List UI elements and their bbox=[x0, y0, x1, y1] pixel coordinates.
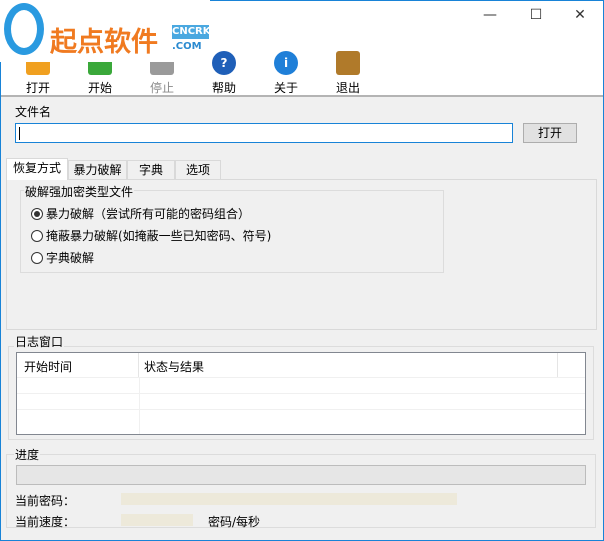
radio-circle bbox=[31, 251, 43, 264]
toolbar-label: 开始 bbox=[87, 81, 112, 95]
tab-dictionary[interactable]: 字典 bbox=[127, 160, 175, 180]
tab-recovery-mode[interactable]: 恢复方式 bbox=[6, 158, 68, 180]
tab-options[interactable]: 选项 bbox=[175, 160, 221, 180]
logo-text: 起点软件 bbox=[50, 27, 158, 58]
logo-watermark: 起点软件 CNCRK .COM bbox=[0, 0, 211, 62]
maximize-button[interactable]: ☐ bbox=[513, 1, 559, 29]
radio-mask-brute-force[interactable]: 掩蔽暴力破解(如掩蔽一些已知密码、符号) bbox=[31, 227, 271, 244]
log-label: 日志窗口 bbox=[14, 333, 65, 350]
logo-badge-domain: .COM bbox=[172, 41, 202, 52]
row-divider bbox=[17, 377, 585, 378]
current-password-label: 当前密码： bbox=[15, 494, 76, 508]
progress-label: 进度 bbox=[14, 446, 41, 463]
radio-label: 掩蔽暴力破解(如掩蔽一些已知密码、符号) bbox=[46, 229, 272, 243]
toolbar-label: 打开 bbox=[25, 81, 50, 95]
filename-label: 文件名 bbox=[14, 103, 53, 120]
recovery-group-label: 破解强加密类型文件 bbox=[24, 183, 135, 200]
column-header-status[interactable]: 状态与结果 bbox=[139, 353, 558, 377]
logo-icon bbox=[4, 3, 44, 55]
radio-label: 字典破解 bbox=[46, 251, 95, 265]
radio-dictionary[interactable]: 字典破解 bbox=[31, 249, 94, 266]
radio-circle bbox=[31, 207, 43, 220]
current-speed-label: 当前速度： bbox=[15, 515, 76, 529]
toolbar-label: 关于 bbox=[273, 81, 298, 95]
row-divider bbox=[17, 393, 585, 394]
radio-label: 暴力破解（尝试所有可能的密码组合） bbox=[46, 207, 251, 221]
tab-brute-force[interactable]: 暴力破解 bbox=[68, 160, 127, 180]
column-header-start-time[interactable]: 开始时间 bbox=[17, 353, 139, 377]
log-listview[interactable]: 开始时间 状态与结果 bbox=[16, 352, 586, 435]
minimize-button[interactable]: — bbox=[467, 1, 513, 29]
close-button[interactable]: ✕ bbox=[557, 1, 603, 29]
radio-circle bbox=[31, 229, 43, 242]
info-icon: i bbox=[274, 51, 298, 75]
toolbar-label: 退出 bbox=[335, 81, 360, 95]
exit-door-icon bbox=[336, 51, 360, 75]
toolbar-button-exit-door[interactable]: 退出 bbox=[323, 51, 373, 96]
filename-input[interactable] bbox=[15, 123, 513, 143]
toolbar-label: 停止 bbox=[149, 81, 174, 95]
logo-badge: CNCRK bbox=[172, 25, 211, 39]
current-speed-field bbox=[121, 514, 193, 526]
radio-brute-force[interactable]: 暴力破解（尝试所有可能的密码组合） bbox=[31, 205, 250, 222]
toolbar-label: 帮助 bbox=[211, 81, 236, 95]
open-file-button[interactable]: 打开 bbox=[523, 123, 577, 143]
current-password-field bbox=[121, 493, 457, 505]
column-divider bbox=[139, 377, 140, 434]
speed-unit-label: 密码/每秒 bbox=[208, 515, 261, 529]
help-icon: ? bbox=[212, 51, 236, 75]
row-divider bbox=[17, 409, 585, 410]
toolbar-button-info[interactable]: i 关于 bbox=[261, 51, 311, 96]
progress-bar bbox=[16, 465, 586, 485]
